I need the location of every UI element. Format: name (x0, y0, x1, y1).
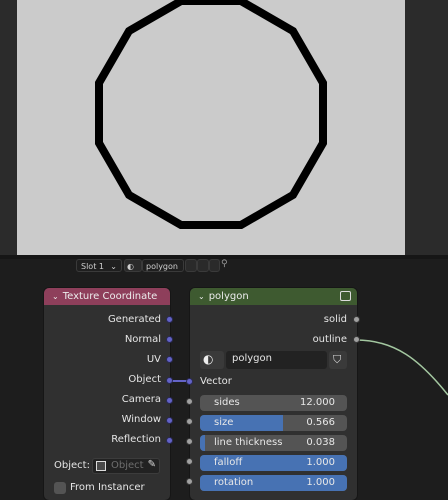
output-reflection: Reflection (111, 434, 161, 445)
output-uv: UV (146, 354, 161, 365)
output-object: Object (128, 374, 161, 385)
polygon-node[interactable]: ⌄ polygon solid outline ◐ polygon ⛉ Vecto… (190, 288, 357, 500)
node-group-icon[interactable] (340, 291, 351, 301)
size-fill (200, 415, 284, 431)
rotation-socket[interactable] (186, 478, 193, 485)
falloff-label: falloff (214, 457, 243, 468)
output-generated: Generated (107, 314, 161, 325)
node-group-name-field[interactable]: polygon (226, 351, 327, 369)
size-label: size (214, 417, 234, 428)
input-vector-label: Vector (200, 376, 232, 387)
solid-socket[interactable] (353, 316, 360, 323)
rotation-field[interactable]: rotation 1.000 (200, 475, 347, 491)
object-placeholder: Object (111, 460, 144, 471)
output-normal: Normal (124, 334, 161, 345)
reflection-socket[interactable] (166, 437, 173, 444)
sides-value: 12.000 (300, 397, 335, 408)
eyedropper-icon[interactable]: ✎ (148, 459, 156, 470)
texture-coordinate-header[interactable]: ⌄ Texture Coordinate (44, 288, 170, 305)
fake-user-shield-icon[interactable]: ⛉ (329, 351, 347, 369)
sides-label: sides (214, 397, 240, 408)
line-thickness-label: line thickness (214, 437, 283, 448)
sides-field[interactable]: sides 12.000 (200, 395, 347, 411)
node-title: Texture Coordinate (62, 291, 158, 302)
generated-socket[interactable] (166, 316, 173, 323)
rotation-label: rotation (214, 477, 254, 488)
vector-input-socket[interactable] (186, 378, 193, 385)
collapse-chevron-icon[interactable]: ⌄ (52, 288, 59, 305)
line-thickness-socket[interactable] (186, 438, 193, 445)
rotation-value: 1.000 (306, 477, 335, 488)
output-window: Window (121, 414, 161, 425)
node-group-browse-button[interactable]: ◐ (200, 351, 224, 369)
texture-coordinate-node[interactable]: ⌄ Texture Coordinate Generated Normal UV … (44, 288, 170, 500)
output-solid: solid (323, 314, 347, 325)
node-title: polygon (208, 291, 249, 302)
line-thickness-value: 0.038 (306, 437, 335, 448)
size-value: 0.566 (306, 417, 335, 428)
line-thickness-fill (200, 435, 205, 451)
object-picker-field[interactable]: Object ✎ (92, 458, 160, 474)
falloff-field[interactable]: falloff 1.000 (200, 455, 347, 471)
falloff-socket[interactable] (186, 458, 193, 465)
outline-socket[interactable] (353, 336, 360, 343)
object-icon (96, 461, 106, 471)
falloff-value: 1.000 (306, 457, 335, 468)
object-field-label: Object: (54, 460, 90, 471)
collapse-chevron-icon[interactable]: ⌄ (198, 288, 205, 305)
sphere-icon: ◐ (203, 352, 214, 366)
output-camera: Camera (121, 394, 161, 405)
size-field[interactable]: size 0.566 (200, 415, 347, 431)
from-instancer-label: From Instancer (70, 482, 145, 493)
line-thickness-field[interactable]: line thickness 0.038 (200, 435, 347, 451)
size-socket[interactable] (186, 418, 193, 425)
camera-socket[interactable] (166, 397, 173, 404)
object-socket[interactable] (166, 377, 173, 384)
node-group-name: polygon (232, 353, 272, 364)
window-socket[interactable] (166, 417, 173, 424)
from-instancer-checkbox[interactable] (54, 482, 66, 494)
sides-socket[interactable] (186, 398, 193, 405)
normal-socket[interactable] (166, 336, 173, 343)
output-outline: outline (312, 334, 347, 345)
outline-output-link (355, 339, 448, 396)
uv-socket[interactable] (166, 356, 173, 363)
polygon-node-header[interactable]: ⌄ polygon (190, 288, 357, 305)
